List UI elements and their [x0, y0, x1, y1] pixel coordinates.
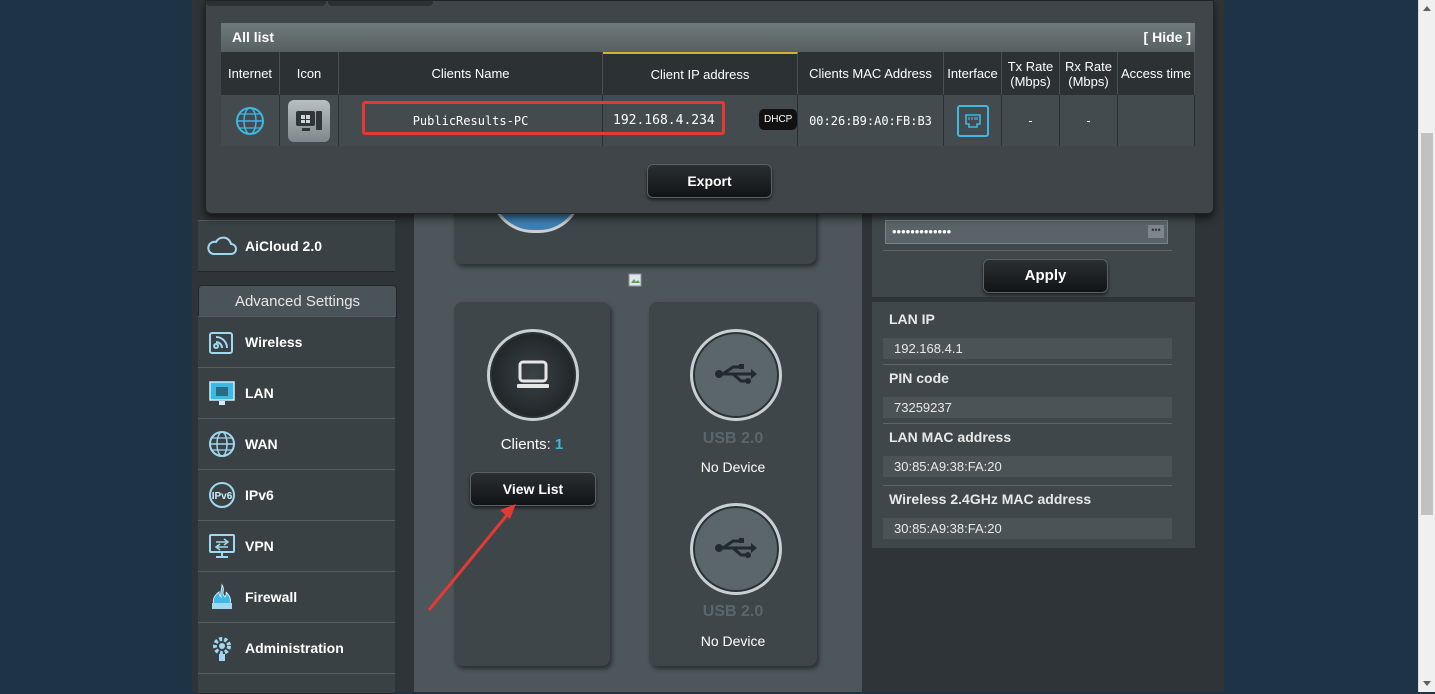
- ipv6-icon: IPv6: [206, 479, 238, 511]
- clients-circle-button[interactable]: [487, 329, 579, 421]
- sidebar-item-label: Administration: [245, 640, 344, 656]
- export-button[interactable]: Export: [647, 164, 772, 198]
- password-field[interactable]: ••••••••••••• •••: [885, 220, 1168, 244]
- icon-cell: [280, 95, 339, 146]
- wireless-icon: [206, 326, 238, 358]
- clients-count: 1: [554, 436, 564, 453]
- globe-icon: [236, 106, 264, 135]
- col-internet: Internet: [221, 52, 280, 95]
- scrollbar-thumb[interactable]: [1421, 133, 1433, 515]
- col-access-time: Access time: [1118, 52, 1195, 95]
- sidebar-item-administration[interactable]: Administration: [198, 622, 395, 674]
- lan-mac-value: 30:85:A9:38:FA:20: [883, 456, 1172, 477]
- sidebar-item-label: LAN: [245, 385, 274, 401]
- divider: [883, 423, 1172, 424]
- lan-ip-label: LAN IP: [889, 311, 935, 327]
- usb1-label: USB 2.0: [702, 430, 764, 447]
- rx-rate-cell: -: [1060, 95, 1118, 146]
- mac-cell[interactable]: 00:26:B9:A0:FB:B3: [798, 95, 944, 146]
- usb1-status: No Device: [700, 459, 766, 475]
- col-rx-rate: Rx Rate (Mbps): [1060, 52, 1118, 95]
- firewall-icon: [206, 581, 238, 613]
- show-password-icon[interactable]: •••: [1148, 225, 1164, 238]
- cloud-icon: [206, 230, 238, 262]
- sidebar-item-wireless[interactable]: Wireless: [198, 316, 395, 368]
- scroll-down-icon[interactable]: [1423, 681, 1431, 686]
- modal-title: All list: [232, 29, 275, 45]
- interface-cell: [944, 95, 1002, 146]
- sidebar-item-wan[interactable]: WAN: [198, 418, 395, 470]
- highlight-box: [362, 101, 725, 135]
- usb2-label: USB 2.0: [702, 603, 764, 620]
- ethernet-icon: [956, 104, 989, 137]
- hide-link[interactable]: [ Hide ]: [1144, 29, 1191, 45]
- usb-icon: [715, 364, 757, 384]
- sidebar-item-firewall[interactable]: Firewall: [198, 571, 395, 623]
- internet-cell: [221, 95, 280, 146]
- usb-circle-button-2[interactable]: [690, 503, 782, 595]
- divider: [883, 250, 1172, 251]
- pin-code-value: 73259237: [883, 397, 1172, 418]
- lan-ip-value: 192.168.4.1: [883, 338, 1172, 359]
- divider: [883, 364, 1172, 365]
- sidebar-item-label: AiCloud 2.0: [245, 238, 323, 254]
- modal-tab: [328, 1, 433, 6]
- col-interface: Interface: [944, 52, 1002, 95]
- sidebar-item-label: Firewall: [245, 589, 298, 605]
- sidebar-item-aicloud[interactable]: AiCloud 2.0: [198, 220, 395, 272]
- col-mac[interactable]: Clients MAC Address: [798, 52, 944, 95]
- vpn-icon: [206, 530, 238, 562]
- sidebar-item-more[interactable]: [198, 673, 395, 694]
- usb-icon: [715, 538, 757, 558]
- col-icon: Icon: [280, 52, 339, 95]
- rx-rate: -: [1084, 113, 1093, 128]
- windows-pc-icon[interactable]: [288, 99, 330, 142]
- sidebar-item-label: IPv6: [245, 487, 274, 503]
- scroll-up-icon[interactable]: [1423, 6, 1431, 11]
- dhcp-badge: DHCP: [759, 109, 798, 130]
- usb-circle-button-1[interactable]: [690, 329, 782, 421]
- gear-icon: [206, 632, 238, 664]
- tx-rate-cell: -: [1002, 95, 1060, 146]
- wireless-mac-value: 30:85:A9:38:FA:20: [883, 518, 1172, 539]
- client-mac: 00:26:B9:A0:FB:B3: [809, 113, 932, 128]
- svg-text:IPv6: IPv6: [212, 491, 233, 502]
- sidebar-item-label: VPN: [245, 538, 274, 554]
- sidebar-item-label: WAN: [245, 436, 278, 452]
- annotation-arrow: [427, 504, 516, 611]
- modal-tab: [206, 1, 326, 6]
- wireless-mac-label: Wireless 2.4GHz MAC address: [889, 491, 1092, 507]
- sidebar-item-lan[interactable]: LAN: [198, 367, 395, 419]
- password-mask: •••••••••••••: [892, 224, 952, 239]
- clients-count-text: Clients: 1: [454, 436, 610, 453]
- lan-mac-label: LAN MAC address: [889, 429, 1012, 445]
- modal-header: All list [ Hide ]: [221, 23, 1195, 52]
- advanced-settings-header: Advanced Settings: [198, 285, 397, 318]
- sidebar-item-label: Wireless: [245, 334, 303, 350]
- computer-icon: [517, 360, 549, 388]
- usb2-status: No Device: [700, 633, 766, 649]
- globe-icon: [206, 428, 238, 460]
- sidebar-item-vpn[interactable]: VPN: [198, 520, 395, 572]
- col-client-ip[interactable]: Client IP address: [603, 52, 798, 95]
- apply-button[interactable]: Apply: [983, 259, 1108, 293]
- clients-label: Clients:: [500, 436, 551, 453]
- sidebar-item-ipv6[interactable]: IPv6 IPv6: [198, 469, 395, 521]
- pin-code-label: PIN code: [889, 370, 949, 386]
- divider: [883, 485, 1172, 486]
- vertical-scrollbar[interactable]: [1418, 0, 1435, 692]
- col-clients-name[interactable]: Clients Name: [339, 52, 603, 95]
- tx-rate: -: [1026, 113, 1035, 128]
- col-tx-rate: Tx Rate (Mbps): [1002, 52, 1060, 95]
- lan-icon: [206, 377, 238, 409]
- access-time-cell: [1118, 95, 1195, 146]
- broken-image-icon: [628, 273, 642, 287]
